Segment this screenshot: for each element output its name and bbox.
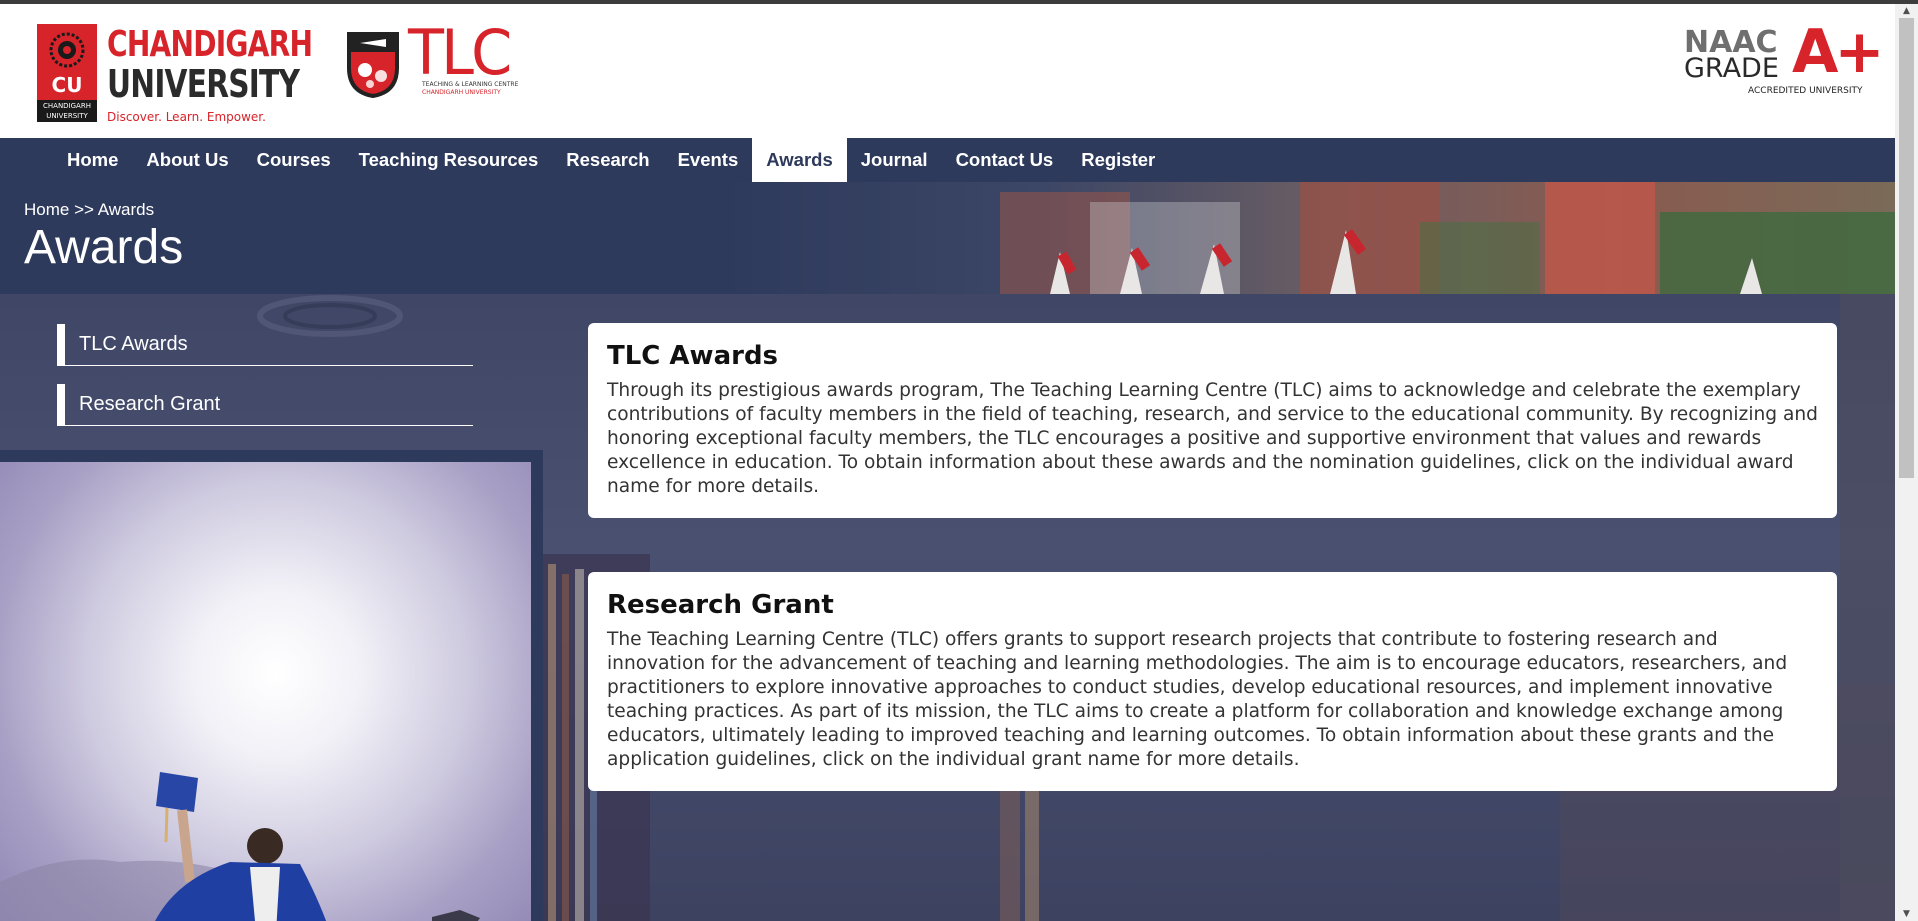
sidebar-link-research-grant[interactable]: Research Grant: [57, 384, 473, 426]
card-body: The Teaching Learning Centre (TLC) offer…: [607, 629, 1788, 770]
nav-item-research[interactable]: Research: [552, 138, 663, 182]
cu-name-line2: UNIVERSITY: [107, 62, 300, 106]
nav-item-home[interactable]: Home: [53, 138, 132, 182]
tlc-subtitle-university: CHANDIGARH UNIVERSITY: [422, 89, 501, 96]
tlc-emblem-icon[interactable]: [346, 26, 400, 98]
card-title[interactable]: TLC Awards: [607, 341, 1818, 371]
grade-text: GRADE: [1684, 53, 1779, 84]
chandigarh-university-logo[interactable]: CU CHANDIGARH UNIVERSITY: [37, 24, 97, 122]
nav-item-journal[interactable]: Journal: [847, 138, 942, 182]
sidebar-link-tlc-awards[interactable]: TLC Awards: [57, 324, 473, 366]
page-banner: Home >> Awards Awards: [0, 182, 1895, 294]
graduate-illustration: [0, 772, 480, 921]
tlc-awards-card: TLC Awards Through its prestigious award…: [588, 323, 1837, 518]
scroll-down-icon[interactable]: ▼: [1895, 907, 1918, 921]
grade-value: A+: [1792, 17, 1885, 87]
page-scrollbar[interactable]: ▲ ▼: [1895, 4, 1918, 921]
scroll-up-icon[interactable]: ▲: [1895, 4, 1918, 18]
research-grant-card: Research Grant The Teaching Learning Cen…: [588, 572, 1837, 791]
tlc-logo-text: TLC: [408, 16, 512, 89]
nav-item-courses[interactable]: Courses: [243, 138, 345, 182]
scroll-thumb[interactable]: [1899, 18, 1914, 478]
nav-item-contact-us[interactable]: Contact Us: [942, 138, 1068, 182]
cu-name-line1: CHANDIGARH: [107, 24, 313, 65]
main-nav: Home About Us Courses Teaching Resources…: [0, 138, 1895, 182]
campus-banner-image: [1000, 182, 1895, 294]
graduate-photo: [0, 462, 531, 921]
page-title: Awards: [24, 221, 184, 274]
nav-item-about-us[interactable]: About Us: [132, 138, 242, 182]
nav-list: Home About Us Courses Teaching Resources…: [53, 138, 1169, 182]
cu-small-text: CHANDIGARH UNIVERSITY: [37, 100, 97, 122]
cu-tagline: Discover. Learn. Empower.: [107, 110, 266, 124]
cu-badge-text: CU: [51, 73, 83, 97]
nav-item-teaching-resources[interactable]: Teaching Resources: [345, 138, 553, 182]
naac-grade-logo: NAAC GRADE A+ ACCREDITED UNIVERSITY: [1684, 22, 1885, 98]
accredited-text: ACCREDITED UNIVERSITY: [1748, 86, 1863, 96]
cu-emblem-icon: [49, 32, 85, 68]
breadcrumb[interactable]: Home >> Awards: [24, 200, 154, 220]
card-body: Through its prestigious awards program, …: [607, 380, 1818, 497]
nav-item-events[interactable]: Events: [664, 138, 753, 182]
nav-item-awards[interactable]: Awards: [752, 138, 847, 182]
card-title[interactable]: Research Grant: [607, 590, 1818, 620]
main-content: TLC Awards Research Grant TLC Awards Thr…: [0, 294, 1895, 921]
nav-item-register[interactable]: Register: [1067, 138, 1169, 182]
tlc-subtitle: TEACHING & LEARNING CENTRE: [422, 81, 519, 88]
site-header: CU CHANDIGARH UNIVERSITY CHANDIGARH UNIV…: [0, 4, 1895, 138]
